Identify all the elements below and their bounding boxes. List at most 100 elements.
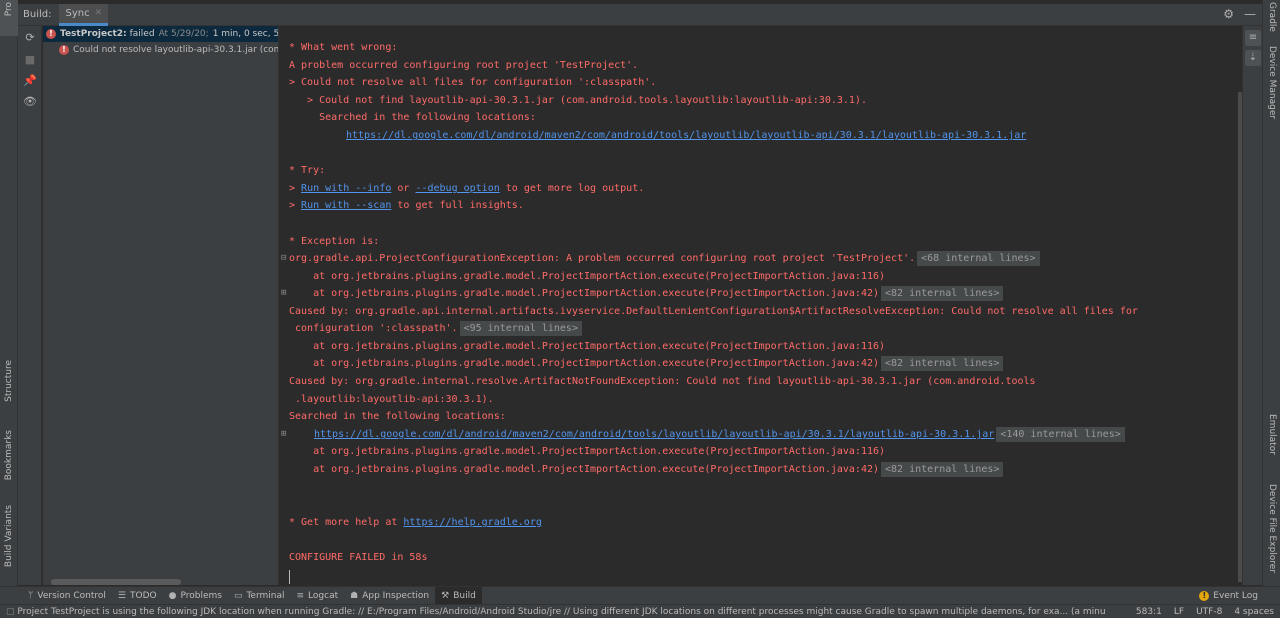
minimize-icon[interactable]: — [1244, 7, 1256, 21]
console-side-toolbar: ≡ ⇣ [1242, 26, 1262, 585]
console-line: org.gradle.api.ProjectConfigurationExcep… [289, 251, 1040, 267]
tab-label: Version Control [37, 590, 106, 601]
console-text: * Get more help at [289, 517, 404, 528]
build-variants-tab[interactable]: Build Variants [4, 505, 14, 567]
build-label: Build: [23, 9, 52, 20]
gradle-tab[interactable]: Gradle [1267, 2, 1277, 32]
caret-position[interactable]: 583:1 [1136, 605, 1162, 618]
soft-wrap-icon[interactable]: ≡ [1245, 30, 1261, 46]
tab-label: TODO [129, 590, 157, 601]
run-with-info-link[interactable]: Run with --info [301, 183, 391, 194]
console-line: Caused by: org.gradle.api.internal.artif… [289, 306, 1138, 317]
internal-lines-badge[interactable]: <95 internal lines> [459, 321, 582, 336]
run-with-scan-link[interactable]: Run with --scan [301, 200, 391, 211]
tree-root-duration: 1 min, 0 sec, 541 ms [212, 29, 279, 39]
console-text: or [391, 183, 416, 194]
internal-lines-badge[interactable]: <68 internal lines> [917, 251, 1040, 266]
status-message-text: Project TestProject is using the followi… [17, 607, 1106, 617]
tab-app-inspection[interactable]: ☗ App Inspection [344, 587, 435, 605]
line-separator[interactable]: LF [1174, 605, 1184, 618]
tab-label: Problems [180, 590, 222, 601]
console-line: > Run with --info or --debug option to g… [289, 183, 645, 194]
console-line: Searched in the following locations: [289, 112, 536, 123]
fold-icon[interactable]: ⊞ [281, 429, 286, 439]
right-tool-strip: Gradle Device Manager Emulator Device Fi… [1262, 0, 1280, 588]
file-encoding[interactable]: UTF-8 [1196, 605, 1222, 618]
internal-lines-badge[interactable]: <82 internal lines> [881, 462, 1004, 477]
device-manager-tab[interactable]: Device Manager [1267, 46, 1277, 119]
stop-icon[interactable]: ■ [23, 53, 37, 67]
tab-sync[interactable]: Sync ✕ [59, 3, 109, 26]
build-toolbar: ⟳ ■ 📌 👁 [18, 26, 42, 585]
console-line: > Run with --scan to get full insights. [289, 200, 524, 211]
console-text: to get full insights. [391, 200, 524, 211]
gear-icon[interactable]: ⚙ [1223, 7, 1234, 21]
fold-icon[interactable]: ⊞ [281, 288, 286, 298]
console-text: at org.jetbrains.plugins.gradle.model.Pr… [289, 464, 880, 475]
tab-logcat[interactable]: ≡ Logcat [291, 587, 345, 605]
fold-icon[interactable]: ⊟ [281, 253, 286, 263]
console-line: Searched in the following locations: [289, 411, 506, 422]
tree-root-row[interactable]: ! TestProject2: failed At 5/29/20; 1 min… [43, 26, 279, 42]
status-message[interactable]: ▢ Project TestProject is using the follo… [6, 605, 1106, 618]
debug-option-link[interactable]: --debug option [415, 183, 499, 194]
device-file-explorer-tab[interactable]: Device File Explorer [1267, 484, 1277, 573]
tab-version-control[interactable]: ᛘ Version Control [22, 587, 112, 605]
tree-child-row[interactable]: ! Could not resolve layoutlib-api-30.3.1… [59, 42, 278, 58]
console-line: * Get more help at https://help.gradle.o… [289, 515, 542, 531]
project-tab-label: Pro [4, 2, 14, 17]
tab-problems[interactable]: ● Problems [163, 587, 228, 605]
emulator-tab[interactable]: Emulator [1267, 414, 1277, 455]
tab-label: Terminal [246, 590, 285, 601]
internal-lines-badge[interactable]: <82 internal lines> [881, 356, 1004, 371]
terminal-icon: ▭ [233, 590, 243, 601]
android-icon: ☗ [350, 590, 359, 601]
console-line: at org.jetbrains.plugins.gradle.model.Pr… [289, 271, 886, 282]
help-gradle-link[interactable]: https://help.gradle.org [403, 517, 541, 528]
build-console[interactable]: * What went wrong: A problem occurred co… [280, 26, 1238, 585]
indent-setting[interactable]: 4 spaces [1234, 605, 1274, 618]
event-log-button[interactable]: ! Event Log [1199, 587, 1258, 605]
status-bar: ▢ Project TestProject is using the follo… [0, 604, 1280, 618]
console-line: A problem occurred configuring root proj… [289, 60, 639, 71]
text-cursor [289, 570, 290, 584]
build-tree: ! TestProject2: failed At 5/29/20; 1 min… [43, 26, 279, 585]
console-line: .layoutlib:layoutlib-api:30.3.1). [289, 394, 494, 405]
tab-label: Logcat [308, 590, 339, 601]
scroll-to-end-icon[interactable]: ⇣ [1245, 50, 1261, 66]
warning-icon: ! [1199, 591, 1210, 601]
structure-tab[interactable]: Structure [4, 360, 14, 402]
console-text: org.gradle.api.ProjectConfigurationExcep… [289, 253, 916, 264]
layoutlib-url-link[interactable]: https://dl.google.com/dl/android/maven2/… [346, 130, 1026, 141]
close-tab-icon[interactable]: ✕ [95, 8, 103, 18]
console-line: at org.jetbrains.plugins.gradle.model.Pr… [289, 462, 1004, 478]
tab-todo[interactable]: ☰ TODO [112, 587, 163, 605]
project-tool-tab[interactable]: Pro [0, 0, 18, 36]
hammer-icon: ⚒ [441, 590, 450, 601]
tab-terminal[interactable]: ▭ Terminal [228, 587, 291, 605]
console-line: > Could not find layoutlib-api-30.3.1.ja… [289, 95, 867, 106]
horizontal-scrollbar[interactable] [51, 579, 181, 585]
console-line: https://dl.google.com/dl/android/maven2/… [314, 427, 1125, 443]
error-icon: ! [59, 45, 69, 55]
internal-lines-badge[interactable]: <140 internal lines> [996, 427, 1125, 442]
branch-icon: ᛘ [28, 590, 34, 601]
console-line: at org.jetbrains.plugins.gradle.model.Pr… [289, 356, 1004, 372]
internal-lines-badge[interactable]: <82 internal lines> [881, 286, 1004, 301]
build-window-header: Build: Sync ✕ ⚙ — [18, 3, 1262, 26]
tree-root-time: At 5/29/20; [158, 29, 209, 39]
console-text: at org.jetbrains.plugins.gradle.model.Pr… [289, 288, 880, 299]
pin-icon[interactable]: 📌 [23, 74, 37, 88]
console-line: CONFIGURE FAILED in 58s [289, 552, 428, 563]
tab-label: App Inspection [362, 590, 430, 601]
console-line: at org.jetbrains.plugins.gradle.model.Pr… [289, 341, 886, 352]
tree-root-name: TestProject2: [60, 29, 127, 39]
layoutlib-url-link[interactable]: https://dl.google.com/dl/android/maven2/… [314, 429, 994, 440]
status-square-icon: ▢ [6, 607, 15, 617]
tab-build[interactable]: ⚒ Build [435, 586, 482, 605]
tab-sync-label: Sync [65, 7, 90, 19]
eye-icon[interactable]: 👁 [23, 95, 37, 109]
sync-icon[interactable]: ⟳ [23, 31, 37, 45]
console-line: * Exception is: [289, 236, 380, 247]
bookmarks-tab[interactable]: Bookmarks [4, 430, 14, 480]
